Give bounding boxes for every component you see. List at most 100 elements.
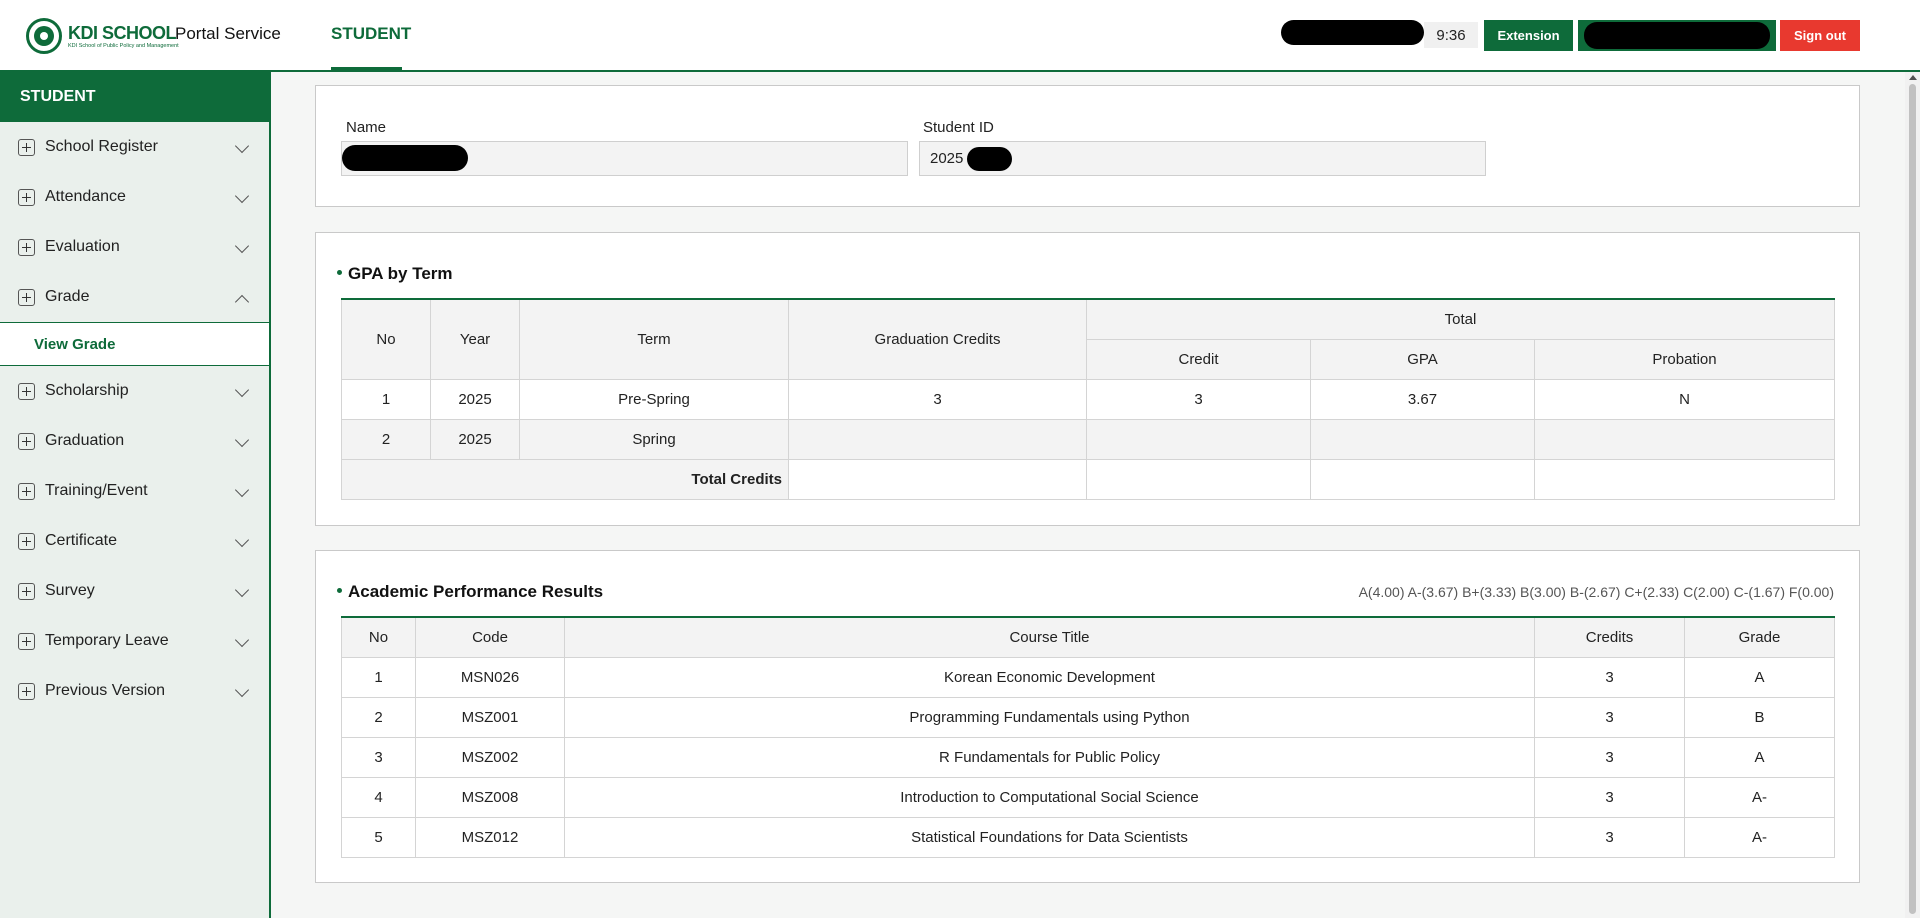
cell-gpa: 3.67 xyxy=(1310,378,1535,420)
sidebar-item-label: Grade xyxy=(45,288,90,305)
table-row: 1 MSN026 Korean Economic Development 3 A xyxy=(341,656,1835,698)
cell-course-title: R Fundamentals for Public Policy xyxy=(564,736,1535,778)
extension-button[interactable]: Extension xyxy=(1484,20,1573,51)
cell-year: 2025 xyxy=(430,378,520,420)
user-account-button[interactable] xyxy=(1578,20,1776,51)
student-id-field: 2025 xyxy=(919,141,1486,176)
chevron-down-icon xyxy=(234,482,250,498)
cell-no: 1 xyxy=(341,656,416,698)
sidebar-subitem-view-grade[interactable]: View Grade xyxy=(0,322,269,366)
sidebar-item-label: Graduation xyxy=(45,432,125,449)
chevron-down-icon xyxy=(234,582,250,598)
cell-credits: 3 xyxy=(1534,696,1685,738)
cell-credits: 3 xyxy=(1534,776,1685,818)
sidebar-item-survey[interactable]: Survey xyxy=(0,566,269,616)
sidebar-item-label: Training/Event xyxy=(45,482,148,499)
sidebar-item-label: Certificate xyxy=(45,532,118,549)
cell-graduation-credits: 3 xyxy=(788,378,1087,420)
col-header-credits: Credits xyxy=(1534,616,1685,658)
sidebar-item-evaluation[interactable]: Evaluation xyxy=(0,222,269,272)
sidebar-item-label: Evaluation xyxy=(45,238,120,255)
bullet-icon xyxy=(337,270,342,276)
expand-plus-icon xyxy=(18,188,35,206)
expand-plus-icon xyxy=(18,138,35,156)
tab-student[interactable]: STUDENT xyxy=(331,24,411,44)
cell-course-title: Korean Economic Development xyxy=(564,656,1535,698)
cell-code: MSN026 xyxy=(415,656,565,698)
cell-credits: 3 xyxy=(1534,816,1685,858)
cell-total-gpa xyxy=(1310,458,1535,500)
expand-plus-icon xyxy=(18,238,35,256)
scrollbar-thumb[interactable] xyxy=(1909,84,1916,914)
redacted-name xyxy=(342,145,468,171)
expand-plus-icon xyxy=(18,682,35,700)
student-id-label: Student ID xyxy=(923,119,994,136)
active-tab-indicator xyxy=(331,67,402,71)
expand-plus-icon xyxy=(18,632,35,650)
col-header-gpa: GPA xyxy=(1310,338,1535,380)
col-header-term: Term xyxy=(519,298,789,380)
total-credits-row: Total Credits xyxy=(341,458,1836,500)
expand-plus-icon xyxy=(18,288,35,306)
cell-probation: N xyxy=(1533,378,1836,420)
expand-plus-icon xyxy=(18,432,35,450)
academic-title-text: Academic Performance Results xyxy=(348,582,604,601)
logo-name: KDI SCHOOL xyxy=(68,22,177,43)
cell-term: Pre-Spring xyxy=(519,378,789,420)
cell-code: MSZ001 xyxy=(415,696,565,738)
expand-plus-icon xyxy=(18,482,35,500)
sidebar-item-graduation[interactable]: Graduation xyxy=(0,416,269,466)
chevron-down-icon xyxy=(234,382,250,398)
cell-total-graduation-credits xyxy=(788,458,1087,500)
name-field xyxy=(341,141,908,176)
redacted-student-id xyxy=(967,147,1012,171)
sidebar-item-scholarship[interactable]: Scholarship xyxy=(0,366,269,416)
scroll-up-arrow-icon[interactable] xyxy=(1909,75,1917,80)
table-row: 5 MSZ012 Statistical Foundations for Dat… xyxy=(341,816,1835,858)
logo-subtitle: KDI School of Public Policy and Manageme… xyxy=(68,42,179,49)
sign-out-button[interactable]: Sign out xyxy=(1780,20,1860,51)
sidebar: STUDENT School Register Attendance Evalu… xyxy=(0,72,271,918)
redacted-user-info xyxy=(1281,20,1424,45)
cell-credit xyxy=(1086,418,1311,460)
sidebar-item-label: Attendance xyxy=(45,188,126,205)
table-row: 4 MSZ008 Introduction to Computational S… xyxy=(341,776,1835,818)
student-info-panel: Name Student ID 2025 xyxy=(315,85,1860,207)
vertical-scrollbar[interactable] xyxy=(1905,72,1920,918)
sidebar-item-attendance[interactable]: Attendance xyxy=(0,172,269,222)
chevron-down-icon xyxy=(234,188,250,204)
table-row: 2 MSZ001 Programming Fundamentals using … xyxy=(341,696,1835,738)
sidebar-item-training-event[interactable]: Training/Event xyxy=(0,466,269,516)
sidebar-item-label: Temporary Leave xyxy=(45,632,169,649)
redacted-user-name xyxy=(1584,22,1770,49)
sidebar-item-certificate[interactable]: Certificate xyxy=(0,516,269,566)
sidebar-item-school-register[interactable]: School Register xyxy=(0,122,269,172)
cell-term: Spring xyxy=(519,418,789,460)
kdi-emblem-icon xyxy=(26,18,62,54)
expand-plus-icon xyxy=(18,382,35,400)
cell-credit: 3 xyxy=(1086,378,1311,420)
cell-code: MSZ002 xyxy=(415,736,565,778)
chevron-down-icon xyxy=(234,138,250,154)
chevron-down-icon xyxy=(234,432,250,448)
cell-grade: A- xyxy=(1684,816,1835,858)
cell-no: 2 xyxy=(341,418,431,460)
cell-no: 4 xyxy=(341,776,416,818)
cell-total-probation xyxy=(1533,458,1836,500)
portal-title: Portal Service xyxy=(175,24,281,43)
gpa-title-text: GPA by Term xyxy=(348,264,453,283)
session-timer: 9:36 xyxy=(1424,22,1478,48)
sidebar-item-temporary-leave[interactable]: Temporary Leave xyxy=(0,616,269,666)
expand-plus-icon xyxy=(18,532,35,550)
cell-year: 2025 xyxy=(430,418,520,460)
sidebar-item-grade[interactable]: Grade xyxy=(0,272,269,322)
sidebar-item-previous-version[interactable]: Previous Version xyxy=(0,666,269,716)
chevron-down-icon xyxy=(234,532,250,548)
academic-results-panel: Academic Performance Results A(4.00) A-(… xyxy=(315,550,1860,883)
cell-code: MSZ008 xyxy=(415,776,565,818)
cell-course-title: Introduction to Computational Social Sci… xyxy=(564,776,1535,818)
table-row: 3 MSZ002 R Fundamentals for Public Polic… xyxy=(341,736,1835,778)
cell-code: MSZ012 xyxy=(415,816,565,858)
chevron-down-icon xyxy=(234,682,250,698)
kdi-school-logo[interactable]: KDI SCHOOL KDI School of Public Policy a… xyxy=(26,17,179,55)
